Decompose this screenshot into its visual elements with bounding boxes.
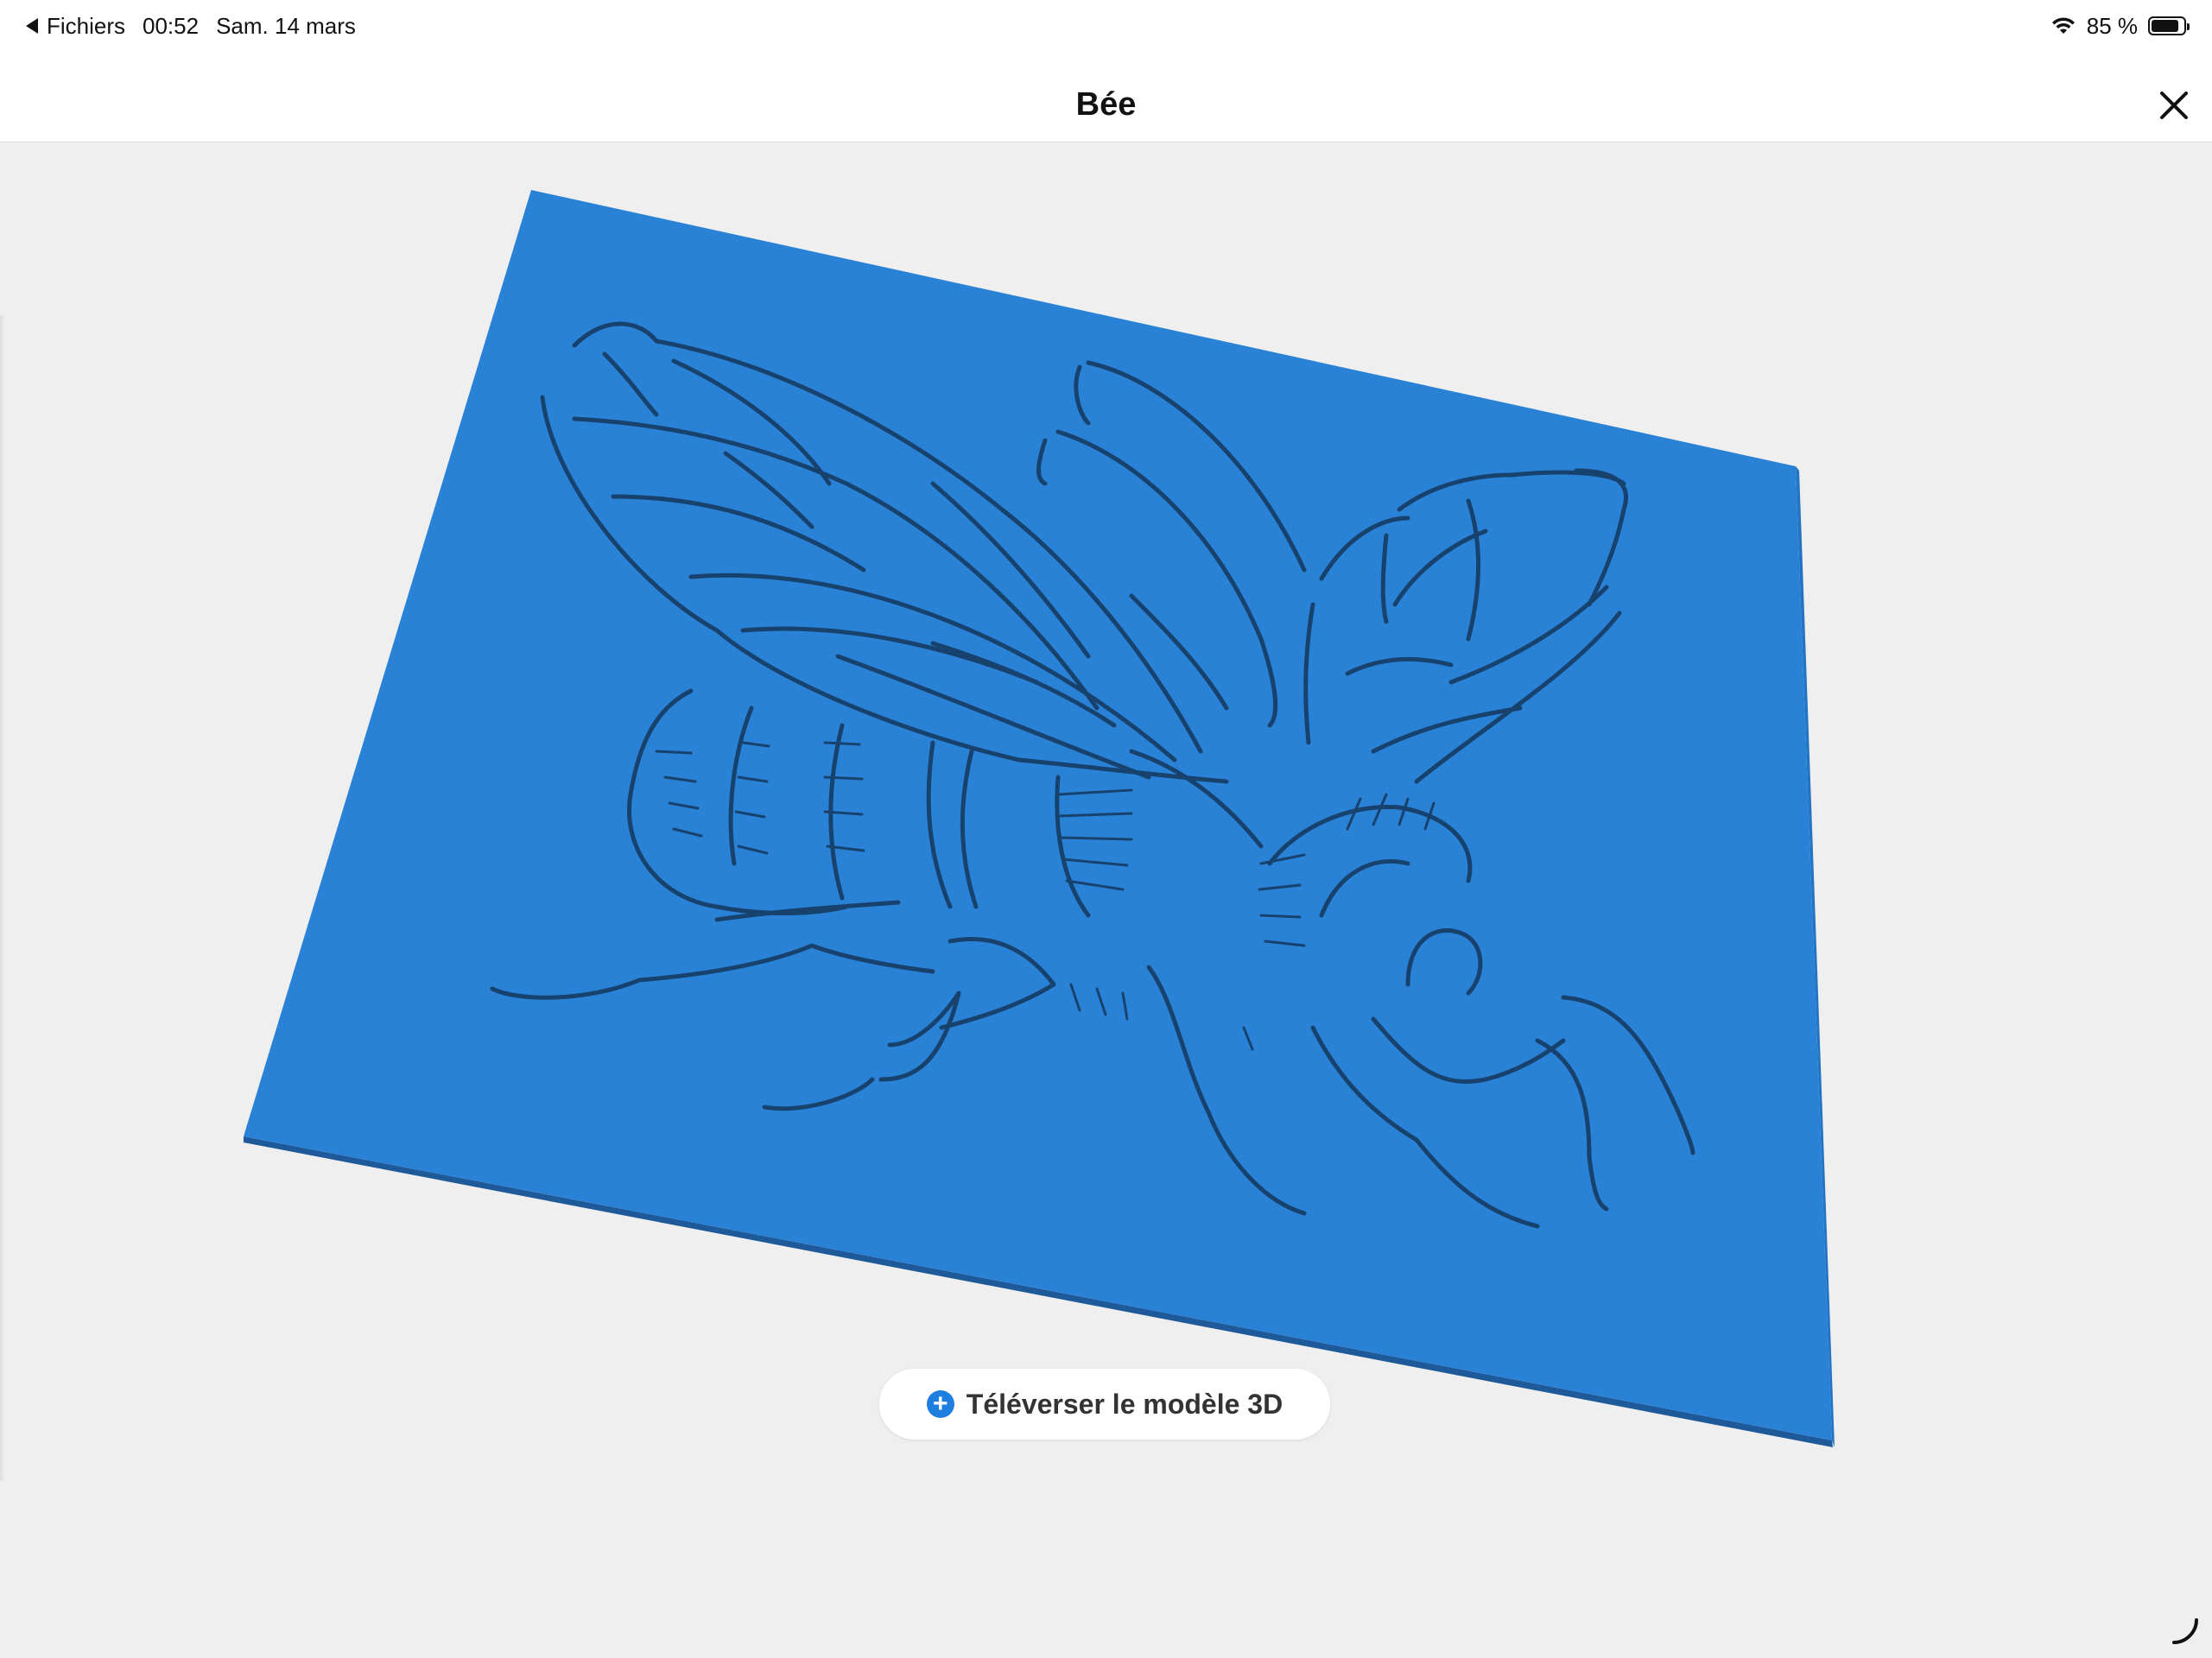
resize-handle-icon[interactable]	[2171, 1617, 2200, 1646]
plus-circle-icon: +	[926, 1390, 954, 1418]
upload-3d-model-button[interactable]: + Téléverser le modèle 3D	[879, 1369, 1330, 1440]
upload-label: Téléverser le modèle 3D	[966, 1388, 1283, 1420]
model-plate[interactable]	[244, 190, 1832, 1440]
